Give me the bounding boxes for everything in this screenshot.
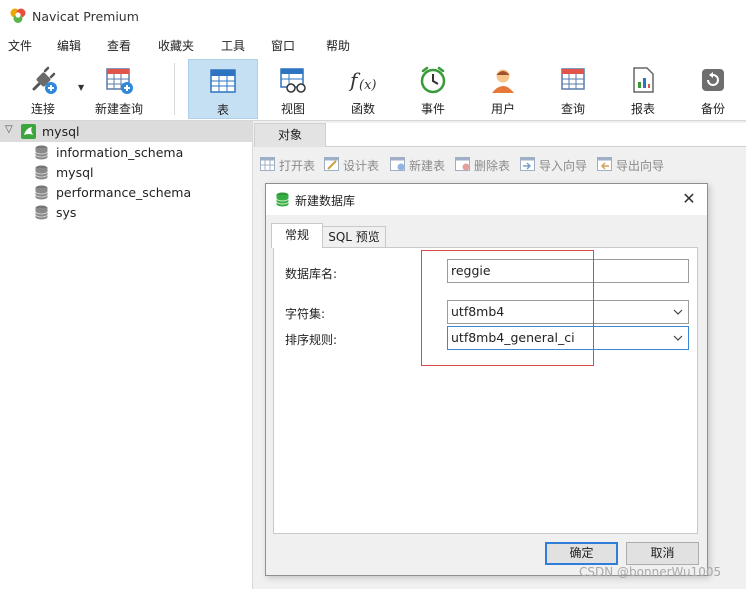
cancel-button[interactable]: 取消 <box>626 542 699 565</box>
design-table-label: 设计表 <box>343 159 380 173</box>
report-label: 报表 <box>630 102 655 116</box>
view-icon <box>280 68 306 93</box>
menu-help[interactable]: 帮助 <box>326 37 350 54</box>
dialog-title-bar: 新建数据库 ✕ <box>266 184 707 215</box>
menu-file[interactable]: 文件 <box>8 37 32 54</box>
close-icon[interactable]: ✕ <box>681 191 697 207</box>
user-icon <box>492 69 514 93</box>
design-table-icon <box>324 157 339 171</box>
user-label: 用户 <box>490 102 515 116</box>
connect-label: 连接 <box>30 102 55 116</box>
tab-bar-fill <box>326 123 746 147</box>
query-button[interactable]: 查询 <box>544 59 602 119</box>
new-query-button[interactable]: 新建查询 <box>92 59 146 119</box>
collapse-caret-icon[interactable]: ▽ <box>5 124 13 135</box>
clock-icon <box>420 66 446 94</box>
import-wizard-label: 导入向导 <box>539 159 588 173</box>
backup-label: 备份 <box>700 102 725 116</box>
function-icon: f (x) <box>348 68 376 93</box>
menu-tools[interactable]: 工具 <box>221 37 245 54</box>
database-green-icon <box>276 192 289 207</box>
dialog-title: 新建数据库 <box>295 194 356 208</box>
open-table-label: 打开表 <box>279 159 316 173</box>
backup-button[interactable]: 备份 <box>684 59 742 119</box>
delete-table-label: 删除表 <box>474 159 511 173</box>
title-bar: Navicat Premium <box>0 0 746 32</box>
delete-table-icon <box>455 157 470 171</box>
new-table-label: 新建表 <box>409 159 446 173</box>
query-label: 查询 <box>560 102 585 116</box>
chevron-down-icon[interactable] <box>673 335 683 342</box>
tree-db-label: mysql <box>56 165 94 180</box>
new-query-icon <box>106 68 133 94</box>
user-button[interactable]: 用户 <box>474 59 532 119</box>
menu-bar: 文件 编辑 查看 收藏夹 工具 窗口 帮助 <box>0 32 746 57</box>
tree-connection-mysql[interactable]: ▽ mysql <box>0 121 252 142</box>
object-tab-bar: 对象 <box>254 121 746 147</box>
open-table-icon <box>260 157 275 171</box>
report-icon <box>633 67 654 93</box>
new-database-dialog: 新建数据库 ✕ 常规 SQL 预览 数据库名: reggie 字符集: utf8… <box>265 183 708 576</box>
db-name-label: 数据库名: <box>285 267 338 281</box>
tree-db-label: information_schema <box>56 145 184 160</box>
new-query-label: 新建查询 <box>94 102 143 116</box>
tree-db-mysql[interactable]: mysql <box>0 162 252 182</box>
event-label: 事件 <box>420 102 445 116</box>
tree-connection-label: mysql <box>42 124 80 139</box>
connection-tree: ▽ mysql information_schema mysql perform… <box>0 121 253 589</box>
table-label: 表 <box>216 103 229 117</box>
view-label: 视图 <box>280 102 305 116</box>
export-wizard-label: 导出向导 <box>616 159 665 173</box>
new-table-icon <box>390 157 405 171</box>
query-icon <box>561 68 585 90</box>
svg-text:(x): (x) <box>359 78 376 93</box>
tab-objects[interactable]: 对象 <box>254 123 326 147</box>
app-title: Navicat Premium <box>32 8 139 24</box>
function-button[interactable]: f (x) 函数 <box>334 59 392 119</box>
database-icon <box>35 185 48 200</box>
ok-button[interactable]: 确定 <box>545 542 618 565</box>
toolbar-separator <box>174 63 175 115</box>
tab-sql-preview[interactable]: SQL 预览 <box>322 226 386 248</box>
event-button[interactable]: 事件 <box>404 59 462 119</box>
export-wizard-icon <box>597 157 612 171</box>
menu-window[interactable]: 窗口 <box>271 37 295 54</box>
view-button[interactable]: 视图 <box>264 59 322 119</box>
tree-db-label: performance_schema <box>56 185 192 200</box>
tree-db-label: sys <box>56 205 77 220</box>
table-icon <box>210 69 236 93</box>
function-label: 函数 <box>350 102 375 116</box>
tree-db-performance-schema[interactable]: performance_schema <box>0 182 252 202</box>
menu-favorites[interactable]: 收藏夹 <box>158 37 194 54</box>
tab-general[interactable]: 常规 <box>271 223 323 248</box>
annotation-highlight-box <box>421 250 594 366</box>
import-wizard-icon <box>520 157 535 171</box>
collation-label: 排序规则: <box>285 333 338 347</box>
object-toolbar: 打开表 设计表 新建表 删除表 导入向导 导出向导 <box>254 151 746 179</box>
chevron-down-icon[interactable] <box>673 309 683 316</box>
menu-edit[interactable]: 编辑 <box>57 37 81 54</box>
navicat-logo-icon <box>10 8 26 23</box>
main-toolbar: ▼ 连接 新建查询 表 视图 f (x) 函数 事件 用户 查询 报表 备份 <box>0 57 746 121</box>
connect-dropdown-caret-icon[interactable]: ▼ <box>78 83 84 92</box>
report-button[interactable]: 报表 <box>614 59 672 119</box>
menu-view[interactable]: 查看 <box>107 37 131 54</box>
plug-icon <box>32 66 57 94</box>
dolphin-connection-icon <box>21 124 36 139</box>
table-button[interactable]: 表 <box>188 59 258 119</box>
database-icon <box>35 145 48 160</box>
backup-icon <box>702 69 724 91</box>
database-icon <box>35 165 48 180</box>
charset-label: 字符集: <box>285 307 326 321</box>
database-icon <box>35 205 48 220</box>
tree-db-information-schema[interactable]: information_schema <box>0 142 252 162</box>
tree-db-sys[interactable]: sys <box>0 202 252 222</box>
watermark-text: CSDN @bonnerWu1005 <box>579 565 722 579</box>
connect-button[interactable]: ▼ 连接 <box>12 59 84 119</box>
